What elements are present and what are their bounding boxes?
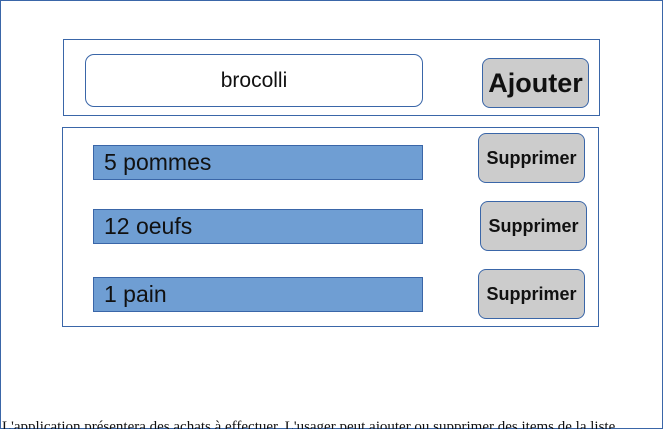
delete-button[interactable]: Supprimer	[478, 269, 585, 319]
list-item-label: 12 oeufs	[93, 209, 423, 244]
list-item-label: 1 pain	[93, 277, 423, 312]
description-text: L'application présentera des achats à ef…	[2, 420, 616, 429]
delete-button[interactable]: Supprimer	[480, 201, 587, 251]
delete-button[interactable]: Supprimer	[478, 133, 585, 183]
add-button[interactable]: Ajouter	[482, 58, 589, 108]
list-item-label: 5 pommes	[93, 145, 423, 180]
item-input[interactable]: brocolli	[85, 54, 423, 107]
